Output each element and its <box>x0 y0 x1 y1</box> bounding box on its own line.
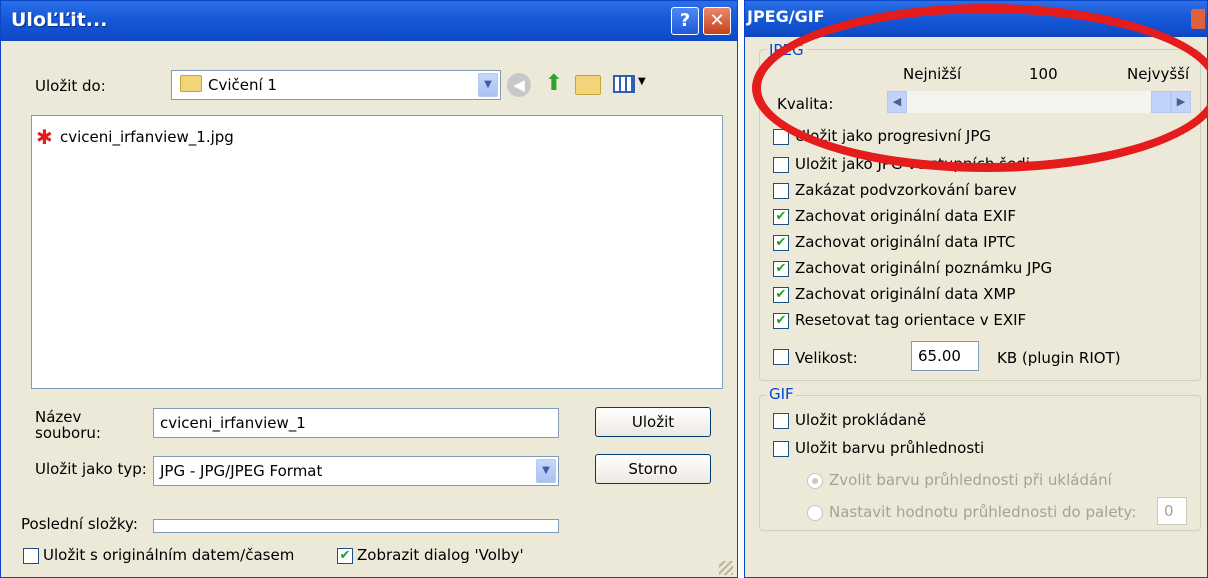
save-dialog-title: UloĽĽit... <box>11 9 108 31</box>
filename-value: cviceni_irfanview_1 <box>160 414 306 432</box>
size-label: Velikost: <box>795 349 858 367</box>
keep-comment-checkbox[interactable]: ✔ <box>773 261 789 277</box>
size-input[interactable]: 65.00 <box>911 341 979 371</box>
keep-exif-label: Zachovat originální data EXIF <box>795 207 1016 225</box>
palette-radio[interactable] <box>807 505 823 521</box>
resize-grip[interactable] <box>719 561 733 575</box>
filetype-label: Uložit jako typ: <box>35 460 147 478</box>
show-options-label: Zobrazit dialog 'Volby' <box>357 546 524 564</box>
help-button[interactable]: ? <box>671 7 699 35</box>
pick-color-radio[interactable] <box>807 473 823 489</box>
keep-iptc-label: Zachovat originální data IPTC <box>795 233 1016 251</box>
filename-label: Název souboru: <box>35 408 101 442</box>
jpeg-dialog-title: JPEG/GIF <box>747 7 825 26</box>
file-list[interactable]: ✱ cviceni_irfanview_1.jpg <box>31 115 723 389</box>
close-icon[interactable] <box>1191 9 1205 29</box>
keep-exif-checkbox[interactable]: ✔ <box>773 209 789 225</box>
back-icon[interactable]: ◀ <box>507 73 531 97</box>
keep-date-label: Uložit s originálním datem/časem <box>43 546 295 564</box>
recent-folders-label: Poslední složky: <box>21 515 138 533</box>
palette-value: 0 <box>1164 502 1174 520</box>
cancel-button[interactable]: Storno <box>595 454 711 484</box>
size-checkbox[interactable] <box>773 349 789 365</box>
close-button[interactable]: ✕ <box>703 7 731 35</box>
filename-field[interactable]: cviceni_irfanview_1 <box>153 408 559 438</box>
pick-color-label: Zvolit barvu průhlednosti při ukládání <box>829 471 1112 489</box>
show-options-checkbox[interactable]: ✔ <box>337 548 353 564</box>
new-folder-icon[interactable] <box>575 75 601 95</box>
save-in-combo[interactable]: Cvičení 1 ▼ <box>171 70 501 100</box>
chevron-down-icon[interactable]: ▼ <box>478 73 498 97</box>
save-in-value: Cvičení 1 <box>208 76 277 94</box>
irfanview-file-icon: ✱ <box>36 125 53 149</box>
size-unit: KB (plugin RIOT) <box>997 349 1121 367</box>
reset-orientation-checkbox[interactable]: ✔ <box>773 313 789 329</box>
up-folder-icon[interactable]: ⬆ <box>541 71 567 97</box>
interlaced-label: Uložit prokládaně <box>795 411 927 429</box>
keep-xmp-checkbox[interactable]: ✔ <box>773 287 789 303</box>
save-dialog-titlebar[interactable]: UloĽĽit... ? ✕ <box>1 1 737 41</box>
transparency-label: Uložit barvu průhlednosti <box>795 439 985 457</box>
keep-iptc-checkbox[interactable]: ✔ <box>773 235 789 251</box>
reset-orientation-label: Resetovat tag orientace v EXIF <box>795 311 1027 329</box>
view-menu-icon[interactable]: ▼ <box>613 73 653 97</box>
keep-comment-label: Zachovat originální poznámku JPG <box>795 259 1053 277</box>
filetype-value: JPG - JPG/JPEG Format <box>160 462 323 480</box>
palette-input[interactable]: 0 <box>1157 497 1187 525</box>
subsampling-label: Zakázat podvzorkování barev <box>795 181 1017 199</box>
file-name: cviceni_irfanview_1.jpg <box>60 128 234 146</box>
red-annotation-ellipse <box>752 4 1208 172</box>
save-button[interactable]: Uložit <box>595 407 711 437</box>
gif-group-label: GIF <box>767 385 796 403</box>
save-dialog: UloĽĽit... ? ✕ Uložit do: Cvičení 1 ▼ ◀ … <box>0 0 738 578</box>
interlaced-checkbox[interactable] <box>773 413 789 429</box>
palette-label: Nastavit hodnotu průhlednosti do palety: <box>829 503 1137 521</box>
save-in-label: Uložit do: <box>35 77 106 95</box>
recent-folders-combo[interactable] <box>153 519 559 533</box>
filetype-combo[interactable]: JPG - JPG/JPEG Format ▼ <box>153 456 559 486</box>
grayscale-checkbox[interactable] <box>773 157 789 173</box>
keep-xmp-label: Zachovat originální data XMP <box>795 285 1016 303</box>
keep-date-checkbox[interactable] <box>23 548 39 564</box>
transparency-checkbox[interactable] <box>773 441 789 457</box>
chevron-down-icon[interactable]: ▼ <box>536 459 556 483</box>
folder-icon <box>180 75 202 92</box>
subsampling-checkbox[interactable] <box>773 183 789 199</box>
size-value: 65.00 <box>918 347 961 365</box>
